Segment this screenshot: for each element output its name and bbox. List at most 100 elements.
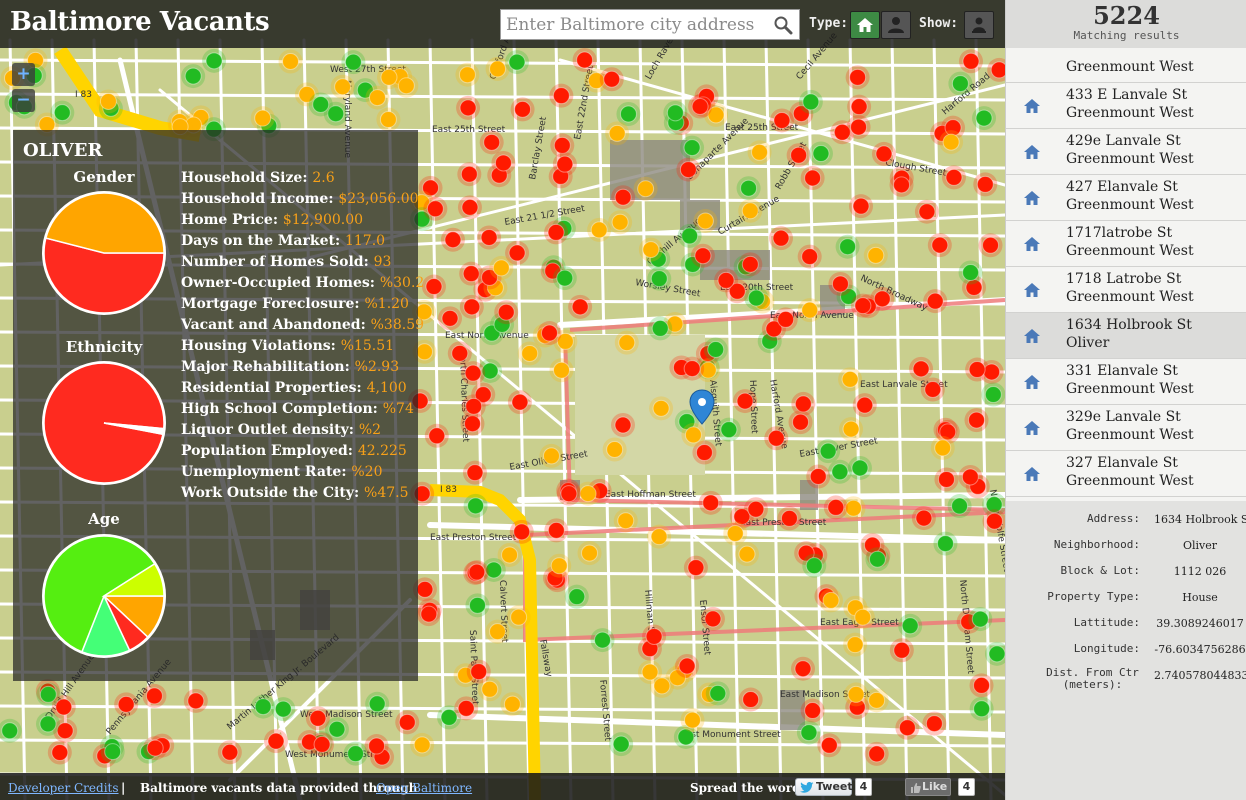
vacant-marker[interactable] <box>413 736 431 754</box>
vacant-marker[interactable] <box>466 464 484 482</box>
vacant-marker[interactable] <box>99 92 117 110</box>
vacant-marker[interactable] <box>612 735 630 753</box>
vacant-marker[interactable] <box>751 143 769 161</box>
vacant-marker[interactable] <box>740 179 758 197</box>
vacant-marker[interactable] <box>606 441 624 459</box>
vacant-marker[interactable] <box>867 246 885 264</box>
result-item[interactable]: 1718 Latrobe St Greenmount West <box>1006 267 1246 313</box>
vacant-marker[interactable] <box>801 301 819 319</box>
vacant-marker[interactable] <box>985 512 1003 530</box>
vacant-marker[interactable] <box>777 310 795 328</box>
vacant-marker[interactable] <box>780 509 798 527</box>
vacant-marker[interactable] <box>650 270 668 288</box>
vacant-marker[interactable] <box>513 523 531 541</box>
result-item[interactable]: 1717latrobe St Greenmount West <box>1006 221 1246 267</box>
vacant-marker[interactable] <box>962 52 980 70</box>
vacant-marker[interactable] <box>503 695 521 713</box>
vacant-marker[interactable] <box>794 395 812 413</box>
vacant-marker[interactable] <box>707 340 725 358</box>
vacant-marker[interactable] <box>510 608 528 626</box>
vacant-marker[interactable] <box>934 439 952 457</box>
vacant-marker[interactable] <box>347 745 365 763</box>
vacant-marker[interactable] <box>819 442 837 460</box>
vacant-marker[interactable] <box>726 524 744 542</box>
vacant-marker[interactable] <box>738 545 756 563</box>
vacant-marker[interactable] <box>695 444 713 462</box>
vacant-marker[interactable] <box>850 118 868 136</box>
vacant-marker[interactable] <box>841 370 859 388</box>
show-filter-button[interactable] <box>964 11 994 39</box>
vacant-marker[interactable] <box>831 463 849 481</box>
vacant-marker[interactable] <box>497 303 515 321</box>
vacant-marker[interactable] <box>973 676 991 694</box>
vacant-marker[interactable] <box>420 605 438 623</box>
vacant-marker[interactable] <box>463 298 481 316</box>
vacant-marker[interactable] <box>614 416 632 434</box>
vacant-marker[interactable] <box>915 509 933 527</box>
tweet-button[interactable]: Tweet <box>795 778 853 796</box>
vacant-marker[interactable] <box>696 212 714 230</box>
open-baltimore-link[interactable]: Open Baltimore <box>376 781 472 795</box>
vacant-marker[interactable] <box>642 241 660 259</box>
vacant-marker[interactable] <box>773 111 791 129</box>
vacant-marker[interactable] <box>679 161 697 179</box>
vacant-marker[interactable] <box>568 588 586 606</box>
vacant-marker[interactable] <box>556 269 574 287</box>
vacant-marker[interactable] <box>313 735 331 753</box>
vacant-marker[interactable] <box>850 98 868 116</box>
vacant-marker[interactable] <box>483 133 501 151</box>
vacant-marker[interactable] <box>465 397 483 415</box>
vacant-marker[interactable] <box>962 264 980 282</box>
vacant-marker[interactable] <box>451 344 469 362</box>
vacant-marker[interactable] <box>926 292 944 310</box>
vacant-marker[interactable] <box>489 60 507 78</box>
vacant-marker[interactable] <box>547 521 565 539</box>
vacant-marker[interactable] <box>380 68 398 86</box>
vacant-marker[interactable] <box>39 685 57 703</box>
vacant-marker[interactable] <box>571 298 589 316</box>
vacant-marker[interactable] <box>312 95 330 113</box>
vacant-marker[interactable] <box>426 200 444 218</box>
vacant-marker[interactable] <box>619 105 637 123</box>
vacant-marker[interactable] <box>931 236 949 254</box>
vacant-marker[interactable] <box>553 136 571 154</box>
vacant-marker[interactable] <box>747 289 765 307</box>
vacant-marker[interactable] <box>741 202 759 220</box>
vacant-marker[interactable] <box>809 467 827 485</box>
vacant-marker[interactable] <box>683 139 701 157</box>
vacant-marker[interactable] <box>611 213 629 231</box>
vacant-marker[interactable] <box>328 720 346 738</box>
vacant-marker[interactable] <box>368 695 386 713</box>
vacant-marker[interactable] <box>274 700 292 718</box>
vacant-marker[interactable] <box>254 109 272 127</box>
vacant-marker[interactable] <box>441 309 459 327</box>
vacant-marker[interactable] <box>368 89 386 107</box>
vacant-marker[interactable] <box>968 411 986 429</box>
vacant-marker[interactable] <box>379 111 397 129</box>
vacant-marker[interactable] <box>846 636 864 654</box>
vacant-marker[interactable] <box>344 53 362 71</box>
vacant-marker[interactable] <box>747 500 765 518</box>
vacant-marker[interactable] <box>847 685 865 703</box>
vacant-marker[interactable] <box>844 499 862 517</box>
vacant-marker[interactable] <box>988 645 1005 663</box>
address-search-input[interactable] <box>501 10 769 39</box>
vacant-marker[interactable] <box>666 104 684 122</box>
vacant-marker[interactable] <box>873 290 891 308</box>
vacant-marker[interactable] <box>856 396 874 414</box>
vacant-marker[interactable] <box>790 146 808 164</box>
vacant-marker[interactable] <box>481 680 499 698</box>
zoom-out-button[interactable]: − <box>12 89 35 112</box>
vacant-marker[interactable] <box>556 155 574 173</box>
vacant-marker[interactable] <box>912 360 930 378</box>
vacant-marker[interactable] <box>842 420 860 438</box>
vacant-marker[interactable] <box>683 360 701 378</box>
vacant-marker[interactable] <box>772 229 790 247</box>
vacant-marker[interactable] <box>804 702 822 720</box>
vacant-marker[interactable] <box>39 715 57 733</box>
vacant-marker[interactable] <box>971 610 989 628</box>
vacant-marker[interactable] <box>55 698 73 716</box>
vacant-marker[interactable] <box>741 255 759 273</box>
vacant-marker[interactable] <box>460 165 478 183</box>
vacant-marker[interactable] <box>542 447 560 465</box>
